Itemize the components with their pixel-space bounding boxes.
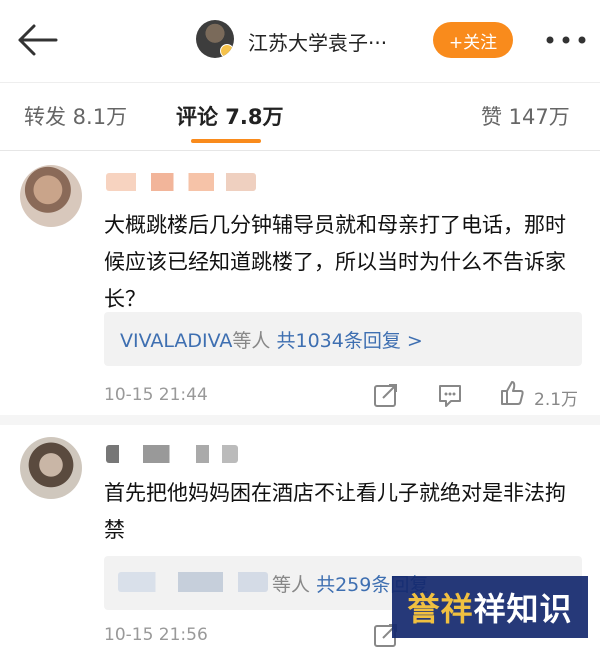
comment-time: 10-15 21:56 [104, 625, 208, 645]
watermark-logo: 誉祥祥知识 [392, 576, 588, 638]
comment-text: 大概跳楼后几分钟辅导员就和母亲打了电话，那时候应该已经知道跳楼了，所以当时为什么… [104, 213, 566, 311]
active-tab-indicator [191, 139, 261, 143]
verified-badge-icon [220, 44, 234, 58]
like-count: 2.1万 [534, 390, 579, 410]
commenter-avatar[interactable] [20, 165, 82, 227]
tab-comments[interactable]: 评论 7.8万 [176, 101, 284, 131]
tab-likes[interactable]: 赞 147万 [481, 101, 570, 131]
comment-time: 10-15 21:44 [104, 385, 208, 405]
follow-button[interactable]: +关注 [433, 22, 513, 58]
reply-user[interactable]: VIVALADIVA [120, 330, 232, 352]
repost-icon[interactable] [372, 381, 400, 409]
back-arrow-icon[interactable] [14, 20, 60, 60]
comment-text: 首先把他妈妈困在酒店不让看儿子就绝对是非法拘禁 [104, 481, 566, 542]
watermark-text-c: 祥知识 [473, 590, 573, 628]
like-icon[interactable] [498, 379, 526, 407]
blurred-username[interactable] [106, 445, 238, 463]
blurred-reply-user[interactable] [118, 572, 268, 592]
tab-reposts[interactable]: 转发 8.1万 [24, 101, 127, 131]
reply-mid-text: 等人 [232, 330, 271, 352]
blurred-username[interactable] [106, 173, 256, 191]
top-bar: 江苏大学袁子··· +关注 [0, 0, 600, 82]
page-title[interactable]: 江苏大学袁子··· [248, 27, 387, 56]
comment-icon[interactable] [436, 381, 464, 409]
replies-preview[interactable]: VIVALADIVA等人 共1034条回复 > [104, 312, 582, 366]
author-avatar[interactable] [196, 20, 234, 58]
watermark-text-b: 祥 [440, 590, 474, 628]
replies-link[interactable]: VIVALADIVA等人 共1034条回复 > [120, 326, 423, 353]
watermark-text-a: 誉 [407, 590, 441, 628]
reply-mid-text: 等人 [272, 574, 311, 596]
comment-card: 大概跳楼后几分钟辅导员就和母亲打了电话，那时候应该已经知道跳楼了，所以当时为什么… [0, 151, 600, 415]
tab-bar: 转发 8.1万 评论 7.8万 赞 147万 [0, 82, 600, 151]
more-options-icon[interactable] [544, 28, 588, 52]
reply-count[interactable]: 共1034条回复 > [276, 330, 422, 352]
commenter-avatar[interactable] [20, 437, 82, 499]
